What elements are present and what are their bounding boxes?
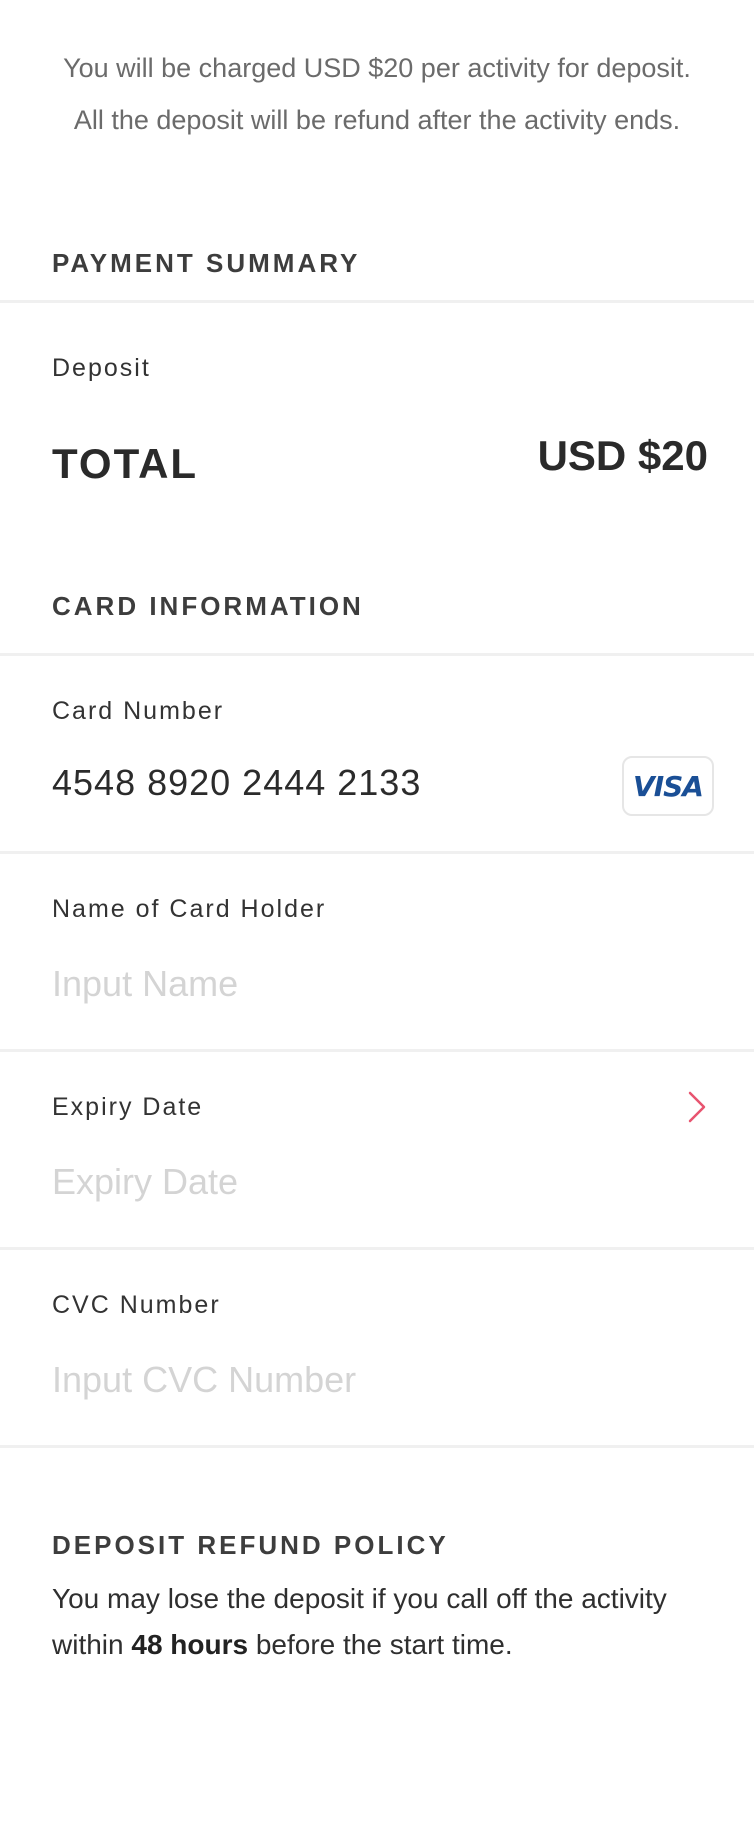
total-amount: USD $20 [537,432,708,479]
divider [0,1049,754,1052]
divider [0,851,754,854]
chevron-right-icon[interactable] [680,1090,714,1124]
divider [0,300,754,303]
card-number-field[interactable]: 4548 8920 2444 2133 [52,762,421,804]
total-label: TOTAL [52,440,199,487]
deposit-label: Deposit [52,354,151,382]
divider [0,1445,754,1448]
cvc-number-input[interactable] [52,1356,612,1404]
refund-policy-text: You may lose the deposit if you call off… [52,1576,702,1668]
cvc-number-label: CVC Number [52,1291,221,1319]
card-holder-input[interactable] [52,960,612,1008]
expiry-date-input[interactable] [52,1158,612,1206]
card-number-label: Card Number [52,697,225,725]
payment-summary-title: PAYMENT SUMMARY [52,248,361,278]
card-holder-label: Name of Card Holder [52,895,327,923]
divider [0,1247,754,1250]
refund-policy-title: DEPOSIT REFUND POLICY [52,1530,449,1560]
deposit-notice: You will be charged USD $20 per activity… [63,53,691,135]
card-information-title: CARD INFORMATION [52,591,364,621]
visa-logo-icon: VISA [622,756,714,816]
refund-policy-text-end: before the start time. [248,1629,513,1660]
refund-policy-deadline: 48 hours [131,1629,249,1660]
expiry-date-label: Expiry Date [52,1093,204,1121]
divider [0,653,754,656]
